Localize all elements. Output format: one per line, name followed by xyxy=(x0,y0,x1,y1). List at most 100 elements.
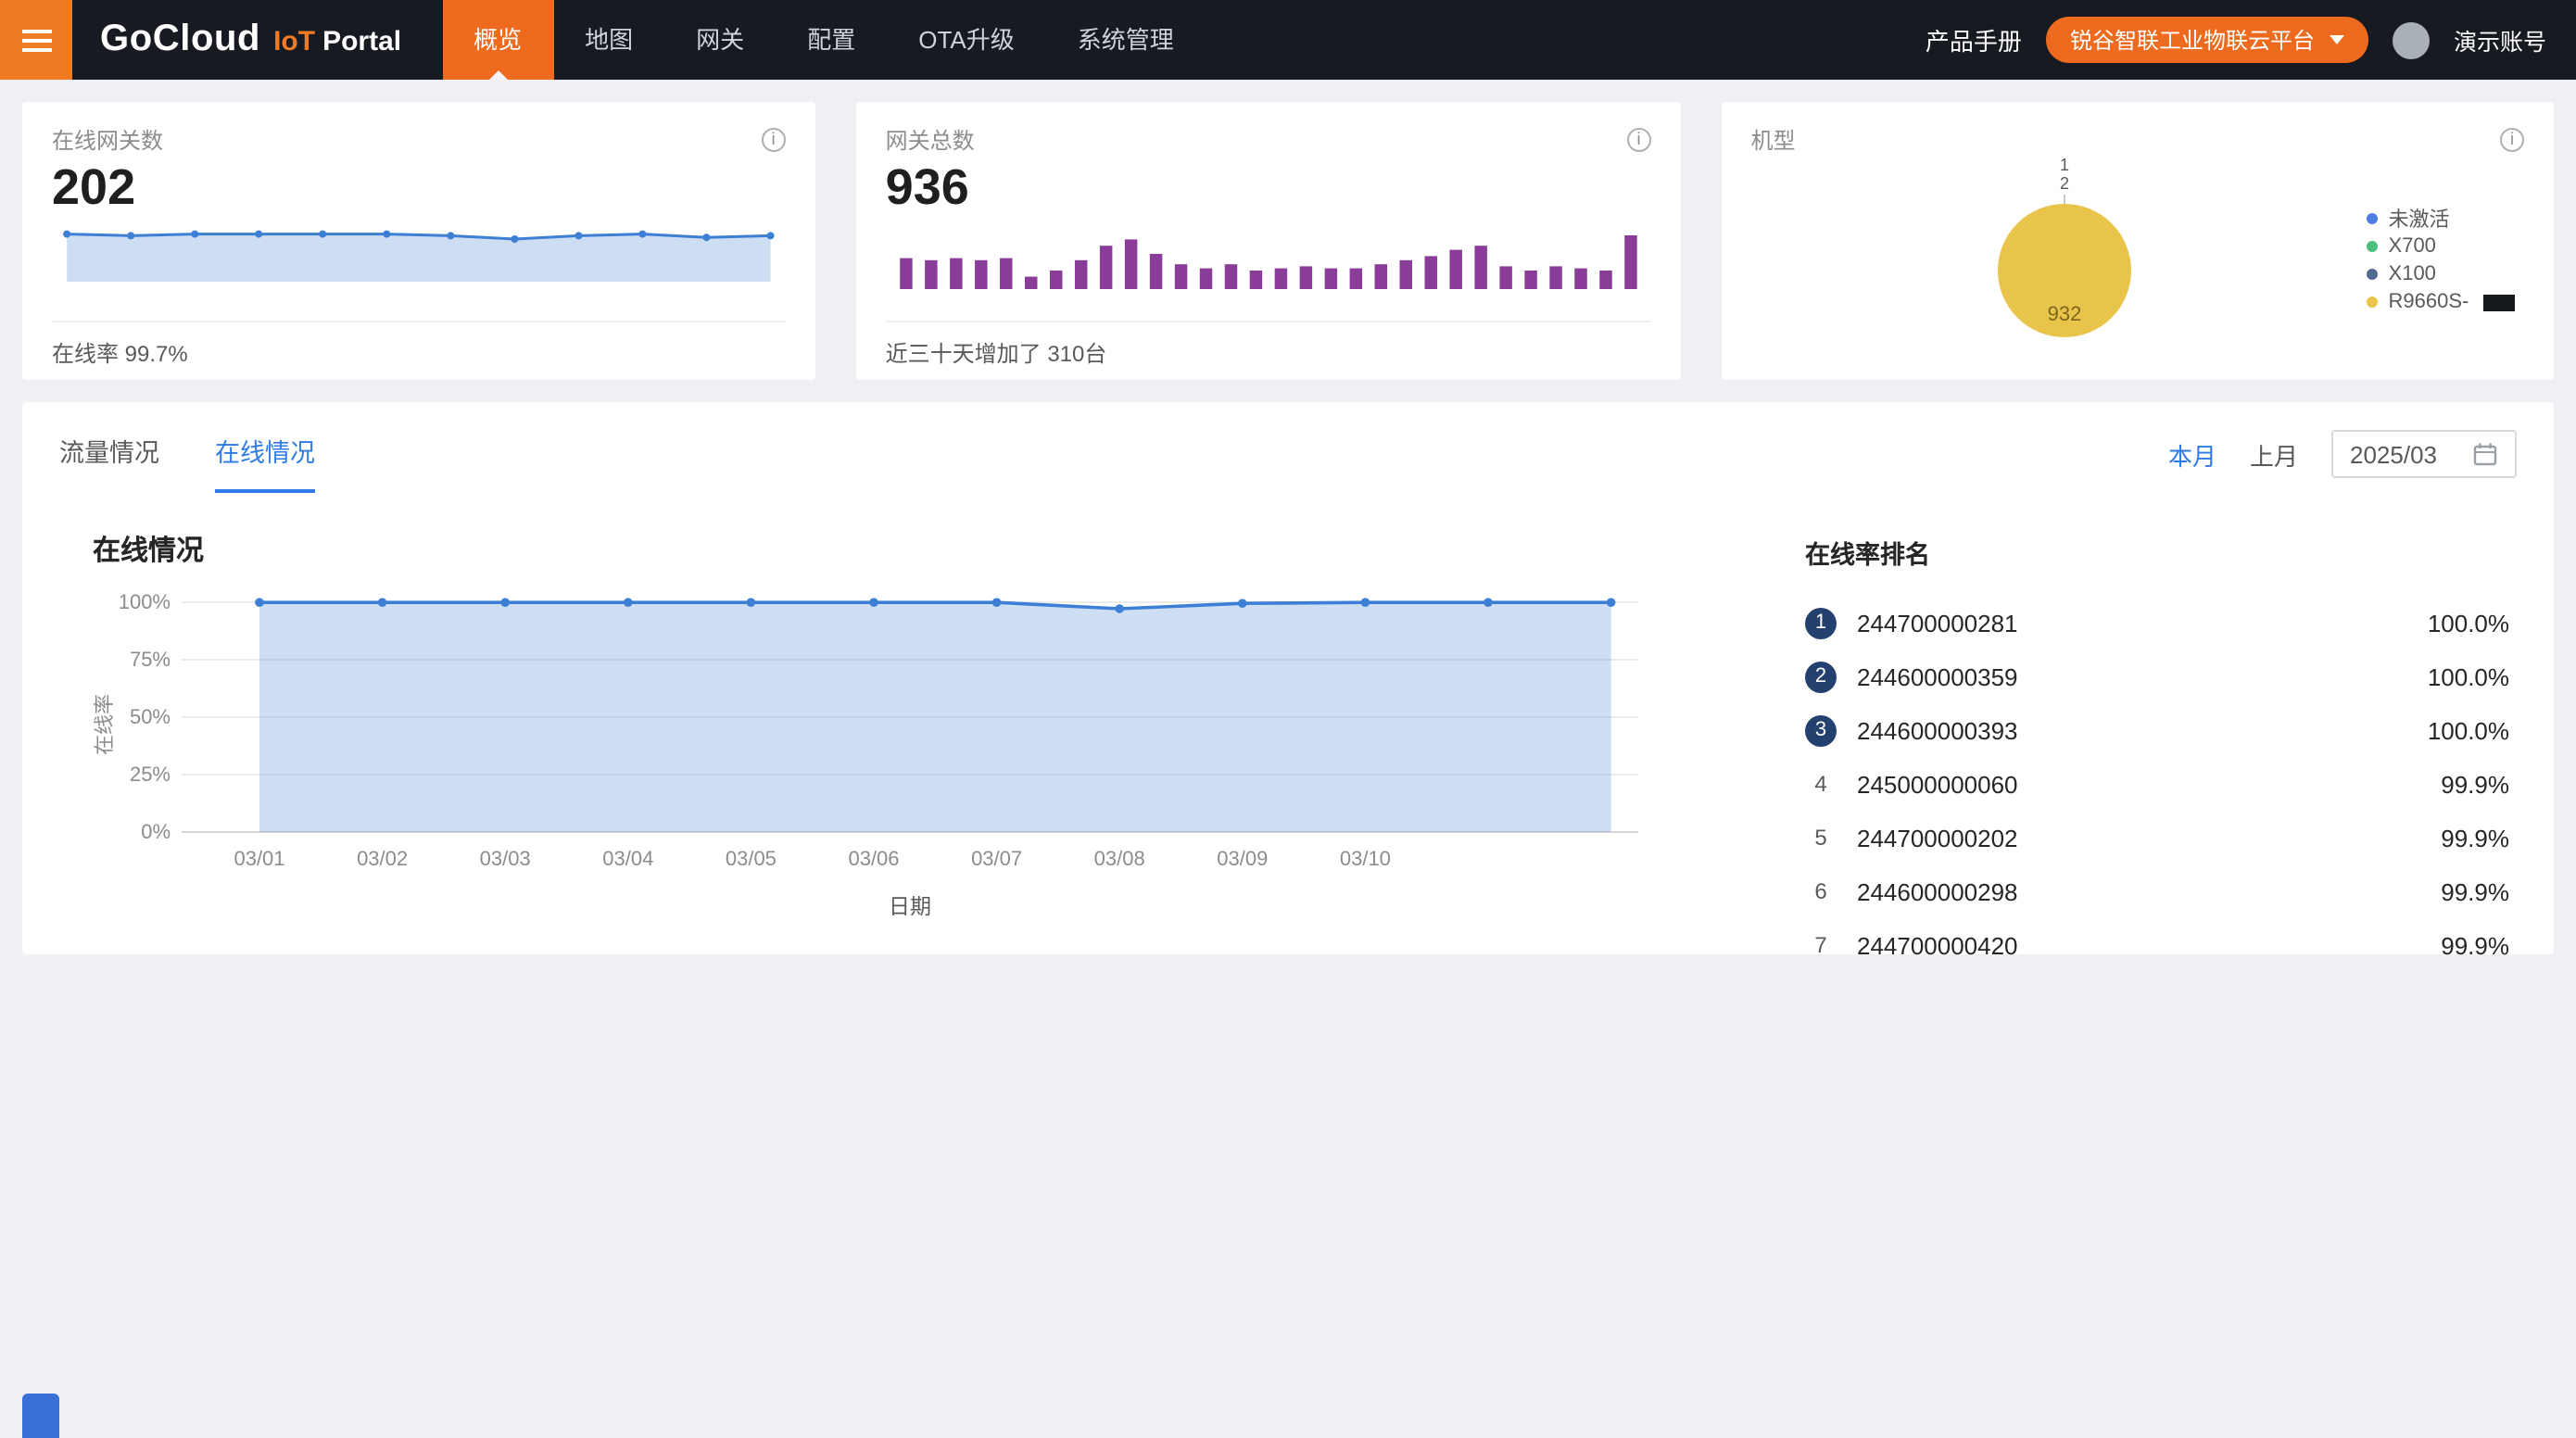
account-name[interactable]: 演示账号 xyxy=(2454,22,2546,57)
bar xyxy=(1399,259,1411,288)
bar xyxy=(1249,270,1261,288)
x-tick-label: 03/09 xyxy=(1217,847,1268,870)
info-icon[interactable]: i xyxy=(762,128,786,152)
hamburger-menu-button[interactable] xyxy=(0,0,72,80)
chart-point xyxy=(624,598,633,607)
card-title: 机型 xyxy=(1751,124,1796,156)
bar xyxy=(1224,264,1236,289)
legend-item-r9660s[interactable]: R9660S- xyxy=(2367,288,2516,316)
panel-tabs: 流量情况在线情况 xyxy=(59,431,315,492)
pie-value-label: 932 xyxy=(2047,302,2081,325)
avatar[interactable] xyxy=(2393,21,2430,58)
rank-badge: 2 xyxy=(1805,662,1837,693)
ranking-row: 424500000006099.9% xyxy=(1805,758,2509,812)
logo-suffix: Portal xyxy=(322,26,401,57)
models-card: 机型 i 12932 未激活X700 X100 R9660S- xyxy=(1722,102,2554,380)
hamburger-icon xyxy=(21,38,51,42)
legend-label: X100 xyxy=(2389,263,2436,285)
tenant-name: 锐谷智联工业物联云平台 xyxy=(2070,24,2315,56)
online-rate-chart-area: 在线情况 100%75%50%25%0%在线率03/0103/0203/0303… xyxy=(93,508,1690,973)
online-rate-footer: 在线率 99.7% xyxy=(52,322,786,380)
x-tick-label: 03/06 xyxy=(848,847,899,870)
legend-item-inactive[interactable]: 未激活 xyxy=(2367,204,2516,232)
x-tick-label: 03/08 xyxy=(1094,847,1145,870)
bar xyxy=(1374,264,1386,289)
models-card-body: 12932 未激活X700X100R9660S- xyxy=(1751,156,2524,367)
last-month-button[interactable]: 上月 xyxy=(2250,436,2298,472)
tenant-selector[interactable]: 锐谷智联工业物联云平台 xyxy=(2046,17,2368,63)
tab-online[interactable]: 在线情况 xyxy=(215,431,315,492)
online-rate-chart[interactable]: 100%75%50%25%0%在线率03/0103/0203/0303/0403… xyxy=(93,576,1690,928)
month-picker-value: 2025/03 xyxy=(2350,440,2437,468)
nav-item-map[interactable]: 地图 xyxy=(553,0,664,80)
legend-color-dot xyxy=(2367,212,2378,223)
legend-item-x700[interactable]: X700 xyxy=(2367,232,2516,259)
chart-point xyxy=(1484,598,1493,607)
online-rate-value: 99.9% xyxy=(2441,825,2509,852)
ranking-row: 1244700000281100.0% xyxy=(1805,597,2509,650)
spark-point xyxy=(447,232,454,239)
chart-point xyxy=(992,598,1002,607)
chart-point xyxy=(747,598,756,607)
spark-point xyxy=(511,234,518,242)
x-axis-label: 日期 xyxy=(889,894,931,918)
chart-point xyxy=(378,598,387,607)
nav-item-ota-upgrade[interactable]: OTA升级 xyxy=(887,0,1046,80)
pie-small-label: 1 xyxy=(2060,156,2069,174)
spark-point xyxy=(191,230,198,237)
rank-number: 6 xyxy=(1805,877,1837,908)
spark-point xyxy=(575,232,582,239)
y-axis-label: 在线率 xyxy=(93,694,116,755)
calendar-icon xyxy=(2472,441,2498,467)
bar xyxy=(1349,268,1361,288)
rank-number: 7 xyxy=(1805,930,1837,962)
tab-traffic[interactable]: 流量情况 xyxy=(59,431,159,492)
ranking-row: 724470000042099.9% xyxy=(1805,919,2509,973)
product-manual-link[interactable]: 产品手册 xyxy=(1926,22,2022,57)
x-tick-label: 03/01 xyxy=(234,847,284,870)
models-pie-chart[interactable]: 12932 xyxy=(1944,148,2185,367)
this-month-button[interactable]: 本月 xyxy=(2168,436,2216,472)
floating-action-button[interactable] xyxy=(22,1394,59,1438)
x-tick-label: 03/07 xyxy=(971,847,1022,870)
main-content: 在线网关数 i 202 在线率 99.7% 网关总数 i 936 近三十天增加了… xyxy=(0,80,2576,977)
x-tick-label: 03/03 xyxy=(480,847,531,870)
online-gateways-card: 在线网关数 i 202 在线率 99.7% xyxy=(22,102,815,380)
month-picker[interactable]: 2025/03 xyxy=(2331,430,2517,478)
bar xyxy=(1524,270,1536,288)
ranking-title: 在线率排名 xyxy=(1805,534,2509,571)
chart-title: 在线情况 xyxy=(93,530,1690,569)
online-gateways-sparkline[interactable] xyxy=(52,220,786,290)
bar xyxy=(1199,268,1211,288)
nav-item-config[interactable]: 配置 xyxy=(776,0,887,80)
ranking-row: 2244600000359100.0% xyxy=(1805,650,2509,704)
bar xyxy=(1174,264,1186,289)
rank-badge: 3 xyxy=(1805,715,1837,747)
bar xyxy=(1449,249,1461,288)
info-icon[interactable]: i xyxy=(2500,128,2524,152)
nav-item-overview[interactable]: 概览 xyxy=(442,0,553,80)
x-tick-label: 03/02 xyxy=(357,847,408,870)
ranking-row: 524470000020299.9% xyxy=(1805,812,2509,865)
online-rate-ranking: 在线率排名 1244700000281100.0%224460000035910… xyxy=(1805,508,2509,973)
card-title: 网关总数 xyxy=(886,124,975,156)
chart-point xyxy=(1115,604,1124,613)
period-controls: 本月 上月 2025/03 xyxy=(2168,430,2517,493)
bar xyxy=(1574,268,1586,288)
online-rate-value: 99.9% xyxy=(2441,771,2509,799)
chart-point xyxy=(869,598,878,607)
nav-item-system-admin[interactable]: 系统管理 xyxy=(1046,0,1206,80)
spark-point xyxy=(127,232,134,239)
logo-accent: IoT xyxy=(273,26,315,57)
info-icon[interactable]: i xyxy=(1627,128,1651,152)
gateway-id: 244700000281 xyxy=(1857,610,2018,637)
nav-item-gateway[interactable]: 网关 xyxy=(664,0,776,80)
legend-item-x100[interactable]: X100 xyxy=(2367,260,2516,288)
total-gateways-barchart[interactable] xyxy=(886,227,1651,294)
statistics-panel: 流量情况在线情况 本月 上月 2025/03 xyxy=(22,402,2554,954)
gateway-id: 244600000298 xyxy=(1857,878,2018,906)
bar xyxy=(1075,259,1087,288)
panel-header: 流量情况在线情况 本月 上月 2025/03 xyxy=(22,402,2554,493)
spark-point xyxy=(702,233,710,241)
total-gateways-card: 网关总数 i 936 近三十天增加了 310台 xyxy=(856,102,1681,380)
